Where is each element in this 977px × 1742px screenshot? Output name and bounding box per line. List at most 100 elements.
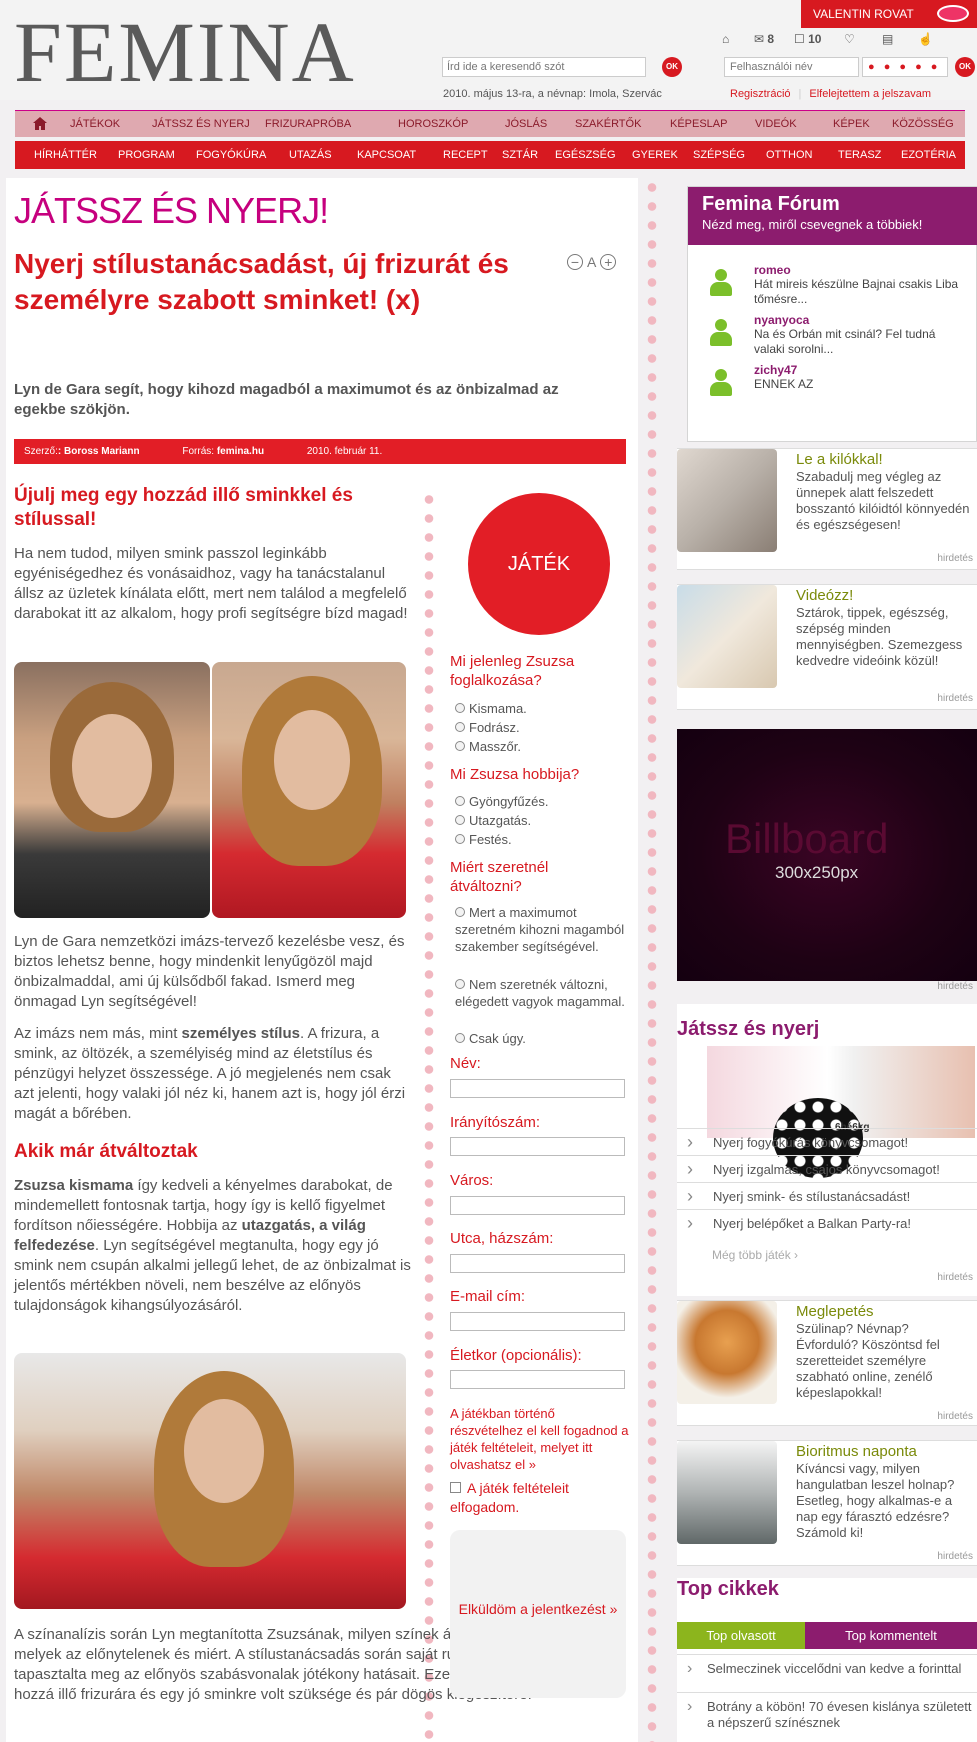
name-input[interactable]: [450, 1079, 625, 1098]
promo-title[interactable]: Le a kilókkal!: [796, 451, 883, 468]
forum-header[interactable]: Femina Fórum Nézd meg, miről csevegnek a…: [688, 187, 977, 245]
nav-utazas[interactable]: UTAZÁS: [289, 141, 332, 169]
nav-ezoteria[interactable]: EZOTÉRIA: [901, 141, 956, 169]
nav-jatssz-es-nyerj[interactable]: JÁTSSZ ÉS NYERJ: [152, 111, 250, 138]
valentin-rovat-button[interactable]: VALENTIN ROVAT: [801, 0, 977, 28]
dotted-divider-right: [646, 178, 658, 1742]
nav-szepseg[interactable]: SZÉPSÉG: [693, 141, 745, 169]
nav-kepeslap[interactable]: KÉPESLAP: [670, 111, 727, 138]
nav-szakertok[interactable]: SZAKÉRTŐK: [575, 111, 641, 138]
source-name[interactable]: femina.hu: [217, 446, 264, 457]
q2-option-2[interactable]: Utazgatás.: [455, 812, 625, 829]
q1-option-2[interactable]: Fodrász.: [455, 719, 625, 736]
top-article-item[interactable]: Selmeczinek viccelődni van kedve a forin…: [677, 1654, 977, 1677]
jny-item[interactable]: Nyerj fogyókúrás könyvcsomagot!: [677, 1128, 977, 1156]
jny-title[interactable]: Játssz és nyerj: [677, 1018, 819, 1041]
top-article-item[interactable]: Botrány a köbön! 70 évesen kislánya szül…: [677, 1692, 977, 1731]
forgot-password-link[interactable]: Elfelejtettem a jelszavam: [809, 88, 931, 100]
more-games-link[interactable]: Még több játék ›: [712, 1248, 798, 1262]
photo-zsuzsa[interactable]: [14, 1353, 406, 1609]
nav-egeszseg[interactable]: EGÉSZSÉG: [555, 141, 616, 169]
terms-link[interactable]: A játékban történő részvételhez el kell …: [450, 1405, 630, 1473]
nav-program[interactable]: PROGRAM: [118, 141, 175, 169]
billboard-ad[interactable]: Billboard 300x250px hirdetés: [677, 729, 977, 992]
q1-option-1[interactable]: Kismama.: [455, 700, 625, 717]
nav-joslas[interactable]: JÓSLÁS: [505, 111, 547, 138]
login-ok-button[interactable]: OK: [955, 57, 975, 77]
article-paragraph-2: Lyn de Gara nemzetközi imázs-tervező kez…: [14, 933, 405, 1010]
q2-option-1[interactable]: Gyöngyfűzés.: [455, 793, 625, 810]
nav-gyerek[interactable]: GYEREK: [632, 141, 678, 169]
notes-icon[interactable]: ▤: [882, 32, 893, 46]
comment-icon[interactable]: ☐ 10: [794, 32, 821, 46]
nav-terasz[interactable]: TERASZ: [838, 141, 881, 169]
hand-icon[interactable]: ☝: [918, 32, 933, 46]
promo-bioritmus[interactable]: Bioritmus naponta Kíváncsi vagy, milyen …: [677, 1440, 977, 1566]
radio-icon: [455, 815, 465, 825]
zoom-out-icon[interactable]: −: [567, 254, 583, 270]
nav-kapcsolat[interactable]: KAPCSOAT: [357, 141, 416, 169]
tab-top-read[interactable]: Top olvasott: [677, 1622, 805, 1649]
forum-user[interactable]: zichy47: [754, 363, 797, 377]
nav-kepek[interactable]: KÉPEK: [833, 111, 870, 138]
q2-option-3[interactable]: Festés.: [455, 831, 625, 848]
p4-bold-a: Zsuzsa kismama: [14, 1177, 134, 1194]
promo-title[interactable]: Bioritmus naponta: [796, 1443, 917, 1460]
forum-user[interactable]: nyanyoca: [754, 313, 809, 327]
nav-frizuraproba[interactable]: FRIZURAPRÓBA: [265, 111, 351, 138]
photo-before[interactable]: [14, 662, 210, 918]
zip-input[interactable]: [450, 1137, 625, 1156]
face-shape: [184, 1399, 264, 1503]
nav-otthon[interactable]: OTTHON: [766, 141, 812, 169]
username-input[interactable]: Felhasználói név: [724, 57, 859, 77]
jny-item[interactable]: Nyerj belépőket a Balkan Party-ra!: [677, 1209, 977, 1237]
nav-hirhatter[interactable]: HÍRHÁTTÉR: [34, 141, 97, 169]
option-label: Fodrász.: [469, 720, 520, 735]
home-nav-icon[interactable]: [33, 117, 47, 130]
jny-item[interactable]: Nyerj smink- és stílustanácsadást!: [677, 1182, 977, 1210]
city-input[interactable]: [450, 1196, 625, 1215]
comment-count: 10: [808, 32, 822, 46]
author-label: Szerző:: [24, 446, 58, 457]
top-articles-box: Top cikkek Top olvasott Top kommentelt S…: [677, 1578, 977, 1742]
author-name[interactable]: : Boross Mariann: [58, 446, 140, 457]
promo-meglepetes[interactable]: Meglepetés Szülinap? Névnap? Évforduló? …: [677, 1300, 977, 1426]
heart-icon[interactable]: ♡: [844, 32, 855, 46]
tab-top-commented[interactable]: Top kommentelt: [805, 1622, 977, 1649]
mail-icon[interactable]: ✉ 8: [754, 32, 774, 46]
jny-banner[interactable]: 6hé6kg: [707, 1046, 975, 1178]
q1-option-3[interactable]: Masszőr.: [455, 738, 625, 755]
q3-option-3[interactable]: Csak úgy.: [455, 1030, 625, 1047]
home-icon[interactable]: ⌂: [722, 32, 729, 46]
nav-videok[interactable]: VIDEÓK: [755, 111, 797, 138]
promo-video[interactable]: Videózz! Sztárok, tippek, egészség, szép…: [677, 584, 977, 710]
promo-fogyokura[interactable]: Le a kilókkal! Szabadulj meg végleg az ü…: [677, 448, 977, 570]
nav-kozosseg[interactable]: KÖZÖSSÉG: [892, 111, 954, 138]
question-2: Mi Zsuzsa hobbija?: [450, 766, 580, 783]
q3-option-2[interactable]: Nem szeretnék változni, elégedett vagyok…: [455, 976, 625, 1010]
email-input[interactable]: [450, 1312, 625, 1331]
register-link[interactable]: Regisztráció: [730, 88, 791, 100]
promo-title[interactable]: Videózz!: [796, 587, 853, 604]
nav-jatekok[interactable]: JÁTÉKOK: [70, 111, 120, 138]
zoom-in-icon[interactable]: +: [600, 254, 617, 270]
photo-after[interactable]: [212, 662, 406, 918]
femina-logo[interactable]: FEMINA: [14, 9, 356, 95]
promo-title[interactable]: Meglepetés: [796, 1303, 874, 1320]
nav-recept[interactable]: RECEPT: [443, 141, 488, 169]
password-input[interactable]: ● ● ● ● ●: [862, 57, 948, 77]
search-ok-button[interactable]: OK: [662, 57, 682, 77]
search-input[interactable]: Írd ide a keresendő szót: [442, 57, 646, 77]
street-input[interactable]: [450, 1254, 625, 1273]
nav-horoszkop[interactable]: HOROSZKÓP: [398, 111, 468, 138]
nav-fogyokura[interactable]: FOGYÓKÚRA: [196, 141, 266, 169]
accept-terms-checkbox[interactable]: A játék feltételeit elfogadom.: [450, 1479, 630, 1517]
submit-button[interactable]: Elküldöm a jelentkezést »: [450, 1530, 626, 1698]
user-avatar-icon: [710, 369, 732, 397]
forum-user[interactable]: romeo: [754, 263, 791, 277]
jny-item[interactable]: Nyerj izgalmas, csajos könyvcsomagot!: [677, 1155, 977, 1183]
promo-desc: Sztárok, tippek, egészség, szépség minde…: [796, 605, 963, 668]
q3-option-1[interactable]: Mert a maximumot szeretném kihozni magam…: [455, 904, 625, 955]
nav-sztar[interactable]: SZTÁR: [502, 141, 538, 169]
age-input[interactable]: [450, 1370, 625, 1389]
